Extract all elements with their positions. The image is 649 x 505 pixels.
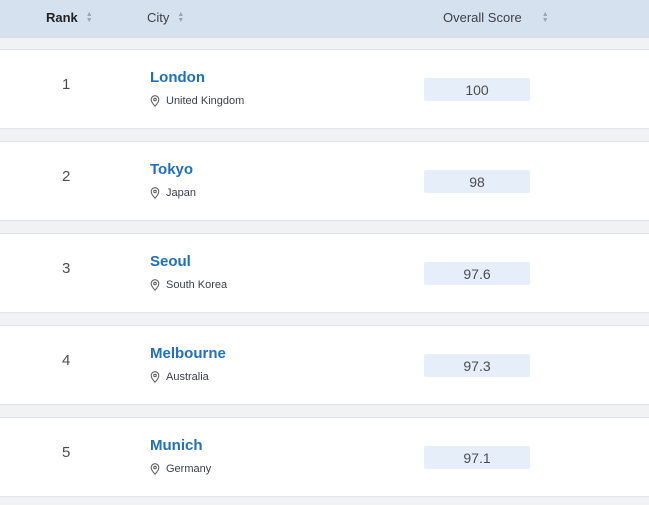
map-pin-icon (150, 279, 160, 291)
country-label: South Korea (150, 279, 227, 291)
table-row: 3 Seoul South Korea 97.6 (0, 233, 649, 313)
city-link[interactable]: Melbourne (150, 345, 226, 362)
city-header-label: City (147, 10, 170, 25)
sort-arrows-icon[interactable]: ▲ ▼ (177, 11, 184, 24)
country-label: Japan (150, 187, 196, 199)
city-link[interactable]: Munich (150, 437, 203, 454)
score-badge: 100 (424, 78, 530, 101)
table-header: Rank ▲ ▼ City ▲ ▼ Overall Score ▲ ▼ (0, 0, 649, 38)
sort-arrows-icon[interactable]: ▲ ▼ (86, 11, 93, 24)
score-badge: 97.3 (424, 354, 530, 377)
rank-value: 5 (62, 444, 71, 461)
country-name: Australia (166, 371, 209, 383)
map-pin-icon (150, 95, 160, 107)
country-name: United Kingdom (166, 95, 245, 107)
score-badge: 97.6 (424, 262, 530, 285)
city-column-header[interactable]: City ▲ ▼ (147, 9, 184, 27)
score-badge: 98 (424, 170, 530, 193)
city-link[interactable]: London (150, 69, 205, 86)
rank-column-header[interactable]: Rank ▲ ▼ (46, 9, 93, 27)
map-pin-icon (150, 187, 160, 199)
rank-value: 2 (62, 168, 71, 185)
country-label: United Kingdom (150, 95, 244, 107)
rank-value: 3 (62, 260, 71, 277)
country-name: South Korea (166, 279, 228, 291)
table-row: 2 Tokyo Japan 98 (0, 141, 649, 221)
city-link[interactable]: Seoul (150, 253, 191, 270)
sort-arrows-icon[interactable]: ▲ ▼ (542, 11, 549, 24)
table-row: 4 Melbourne Australia 97.3 (0, 325, 649, 405)
score-column-header[interactable]: Overall Score ▲ ▼ (443, 9, 549, 27)
country-name: Japan (166, 187, 196, 199)
table-row: 5 Munich Germany 97.1 (0, 417, 649, 497)
country-name: Germany (166, 463, 212, 475)
table-row: 1 London United Kingdom 100 (0, 49, 649, 129)
score-header-label: Overall Score (443, 10, 522, 25)
rank-header-label: Rank (46, 10, 78, 25)
country-label: Australia (150, 371, 209, 383)
rank-value: 4 (62, 352, 71, 369)
map-pin-icon (150, 371, 160, 383)
city-link[interactable]: Tokyo (150, 161, 193, 178)
score-badge: 97.1 (424, 446, 530, 469)
map-pin-icon (150, 463, 160, 475)
country-label: Germany (150, 463, 211, 475)
rank-value: 1 (62, 76, 71, 93)
